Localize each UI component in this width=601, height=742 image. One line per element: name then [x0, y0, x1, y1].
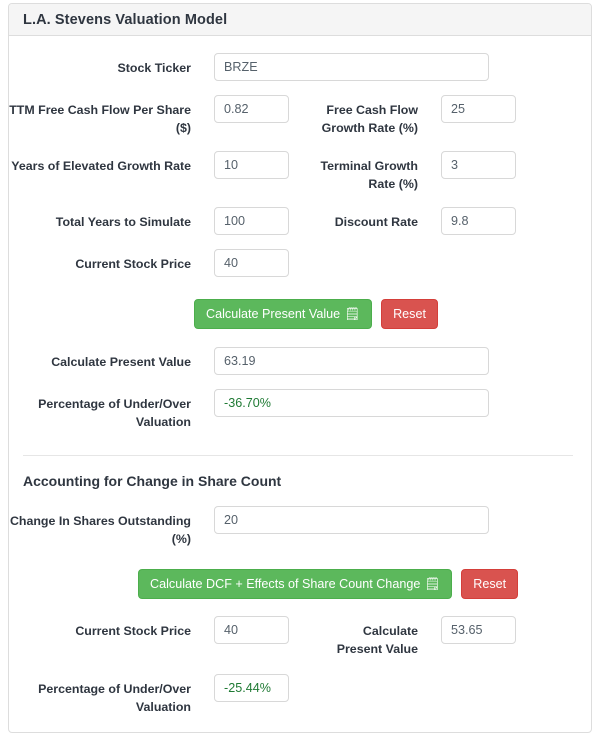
- form-row-ttm-fcf: TTM Free Cash Flow Per Share ($) 0.82 Fr…: [9, 95, 591, 137]
- reset-button[interactable]: Reset: [381, 299, 438, 329]
- calculator-icon: 🗒: [344, 306, 361, 321]
- reset-label: Reset: [393, 307, 426, 321]
- valuation-model-card: L.A. Stevens Valuation Model Stock Ticke…: [8, 3, 592, 733]
- label-result-present-value: Calculate Present Value: [51, 355, 191, 369]
- reset-label-2: Reset: [473, 577, 507, 591]
- primary-action-row: Calculate Present Value 🗒 Reset: [9, 299, 591, 329]
- calculator-icon: 🗒: [424, 576, 441, 591]
- calculate-dcf-share-count-label: Calculate DCF + Effects of Share Count C…: [150, 577, 421, 591]
- form-row-total-years: Total Years to Simulate 100 Discount Rat…: [9, 207, 591, 235]
- result-row-under-over-valuation: Percentage of Under/Over Valuation -36.7…: [9, 389, 591, 431]
- label-result-under-over-valuation: Percentage of Under/Over Valuation: [38, 397, 191, 429]
- result-row-share-count-values: Current Stock Price 40 Calculate Present…: [9, 616, 591, 658]
- input-fcf-growth-rate[interactable]: 25: [441, 95, 516, 123]
- calculate-dcf-share-count-button[interactable]: Calculate DCF + Effects of Share Count C…: [138, 569, 453, 599]
- card-body: Stock Ticker BRZE TTM Free Cash Flow Per…: [9, 53, 591, 716]
- input-total-years-simulate[interactable]: 100: [214, 207, 289, 235]
- label-fcf-growth-rate: Free Cash Flow Growth Rate (%): [321, 103, 418, 135]
- input-discount-rate[interactable]: 9.8: [441, 207, 516, 235]
- label-ttm-fcf-per-share: TTM Free Cash Flow Per Share ($): [9, 103, 191, 135]
- secondary-action-row: Calculate DCF + Effects of Share Count C…: [9, 569, 591, 599]
- result-row-present-value: Calculate Present Value 63.19: [9, 347, 591, 375]
- reset-button-2[interactable]: Reset: [461, 569, 519, 599]
- calculate-present-value-button[interactable]: Calculate Present Value 🗒: [194, 299, 373, 329]
- input-terminal-growth-rate[interactable]: 3: [441, 151, 516, 179]
- label-years-elevated-growth: Years of Elevated Growth Rate: [11, 159, 191, 173]
- input-change-in-shares[interactable]: 20: [214, 506, 489, 534]
- card-header: L.A. Stevens Valuation Model: [9, 4, 591, 36]
- section-divider: [23, 455, 573, 456]
- input-current-stock-price[interactable]: 40: [214, 249, 289, 277]
- page-title: L.A. Stevens Valuation Model: [23, 11, 228, 28]
- label-change-in-shares: Change In Shares Outstanding (%): [9, 514, 191, 546]
- result-row-share-count-valuation: Percentage of Under/Over Valuation -25.4…: [9, 674, 591, 716]
- label-share-count-under-over: Percentage of Under/Over Valuation: [38, 682, 191, 714]
- input-share-count-current-price[interactable]: 40: [214, 616, 289, 644]
- label-share-count-current-price: Current Stock Price: [75, 624, 191, 638]
- form-row-years-elevated: Years of Elevated Growth Rate 10 Termina…: [9, 151, 591, 193]
- label-discount-rate: Discount Rate: [334, 215, 418, 229]
- form-row-current-stock-price: Current Stock Price 40: [9, 249, 591, 277]
- label-current-stock-price: Current Stock Price: [75, 257, 191, 271]
- input-stock-ticker[interactable]: BRZE: [214, 53, 489, 81]
- section-heading-share-count: Accounting for Change in Share Count: [23, 473, 282, 489]
- output-present-value[interactable]: 63.19: [214, 347, 489, 375]
- output-share-count-under-over[interactable]: -25.44%: [214, 674, 289, 702]
- label-share-count-present-value: Calculate Present Value: [336, 624, 418, 656]
- label-stock-ticker: Stock Ticker: [117, 61, 191, 75]
- input-ttm-fcf-per-share[interactable]: 0.82: [214, 95, 289, 123]
- input-years-elevated-growth[interactable]: 10: [214, 151, 289, 179]
- label-terminal-growth-rate: Terminal Growth Rate (%): [320, 159, 418, 191]
- form-row-change-in-shares: Change In Shares Outstanding (%) 20: [9, 506, 591, 548]
- calculate-present-value-label: Calculate Present Value: [206, 307, 341, 321]
- output-under-over-valuation[interactable]: -36.70%: [214, 389, 489, 417]
- output-share-count-present-value[interactable]: 53.65: [441, 616, 516, 644]
- label-total-years-simulate: Total Years to Simulate: [55, 215, 191, 229]
- form-row-stock-ticker: Stock Ticker BRZE: [9, 53, 591, 81]
